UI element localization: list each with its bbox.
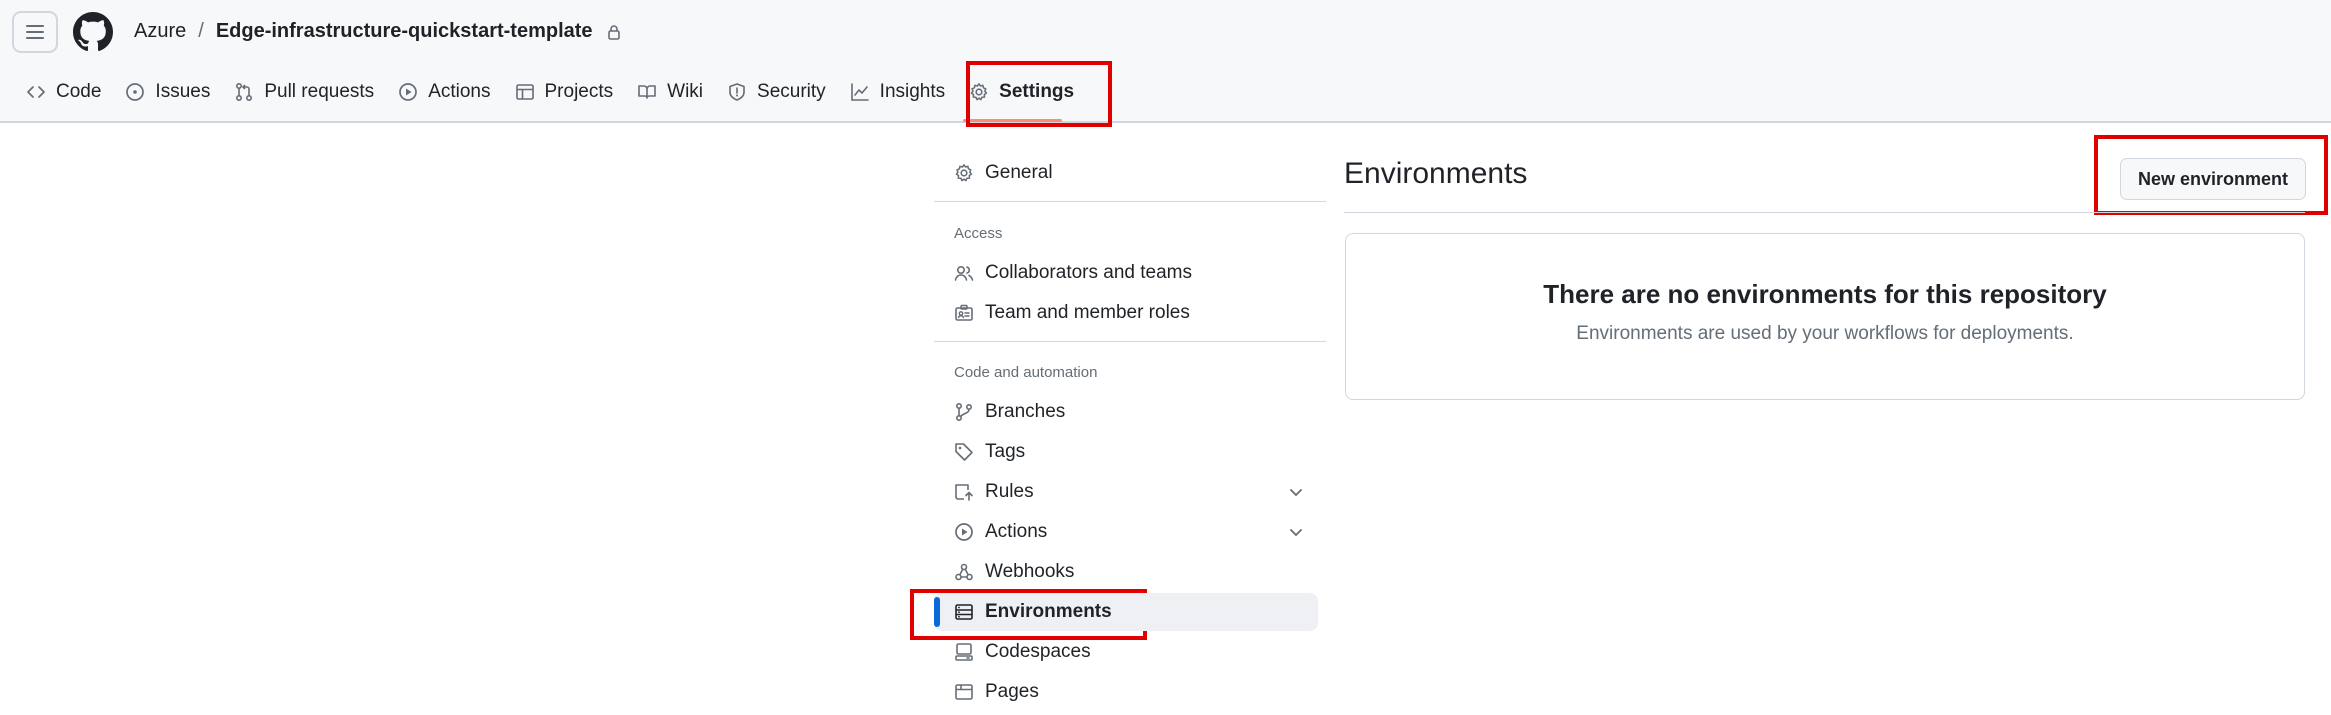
tab-settings-label: Settings [999,81,1075,102]
new-environment-button[interactable]: New environment [2120,158,2306,200]
sidebar-item-label: Webhooks [985,561,1075,582]
tab-wiki-label: Wiki [667,81,704,102]
id-badge-icon [955,304,973,321]
repo-header: Azure / Edge-infrastructure-quickstart-t… [0,0,2331,123]
sidebar-item-environments[interactable]: Environments [934,593,1318,631]
tab-actions-label: Actions [428,81,491,102]
sidebar-item-rules[interactable]: Rules [934,473,1318,511]
tab-pull-requests[interactable]: Pull requests [222,72,386,112]
sidebar-group-code-automation: Code and automation [954,364,1098,381]
sidebar-item-pages[interactable]: Pages [934,673,1318,711]
code-icon [27,86,45,98]
tab-issues-label: Issues [155,81,211,102]
tab-insights-label: Insights [879,81,946,102]
gear-icon [955,164,973,182]
tab-security[interactable]: Security [715,72,838,112]
tab-code-label: Code [56,81,102,102]
empty-state: There are no environments for this repos… [1345,233,2305,400]
lock-icon [607,24,620,40]
empty-state-title: There are no environments for this repos… [1543,279,2107,309]
sidebar-group-access: Access [954,225,1003,242]
git-pull-request-icon [236,82,253,102]
table-icon [515,84,534,100]
graph-icon [850,83,869,101]
sidebar-item-label: Environments [985,601,1112,622]
tab-actions[interactable]: Actions [386,72,502,112]
breadcrumb-separator: / [198,20,204,42]
book-icon [638,85,656,99]
sidebar-item-branches[interactable]: Branches [934,393,1318,431]
hamburger-icon [26,25,44,39]
shield-icon [729,83,745,101]
sidebar-item-label: Codespaces [985,641,1091,662]
sidebar-item-codespaces[interactable]: Codespaces [934,633,1318,671]
play-icon [955,523,973,541]
tab-security-label: Security [757,81,826,102]
webhook-icon [955,563,973,581]
issue-opened-icon [126,83,145,101]
sidebar-item-label: Tags [985,441,1026,462]
page-title: Environments [1344,157,1528,190]
tag-icon [955,443,973,461]
sidebar-item-label: General [985,162,1053,183]
chevron-down-icon[interactable] [1288,524,1304,540]
sidebar-item-label: Pages [985,681,1039,702]
sidebar-divider [934,201,1326,202]
github-logo-icon[interactable] [73,12,113,52]
sidebar-item-collaborators[interactable]: Collaborators and teams [934,254,1318,292]
sidebar-item-general[interactable]: General [934,154,1318,192]
sidebar-item-label: Collaborators and teams [985,262,1192,283]
sidebar-item-label: Team and member roles [985,302,1190,323]
sidebar-item-team-roles[interactable]: Team and member roles [934,294,1318,332]
tab-settings[interactable]: Settings [957,72,1086,122]
browser-icon [955,684,973,700]
sidebar-item-label: Branches [985,401,1066,422]
server-icon [955,604,973,620]
tab-issues[interactable]: Issues [113,72,222,112]
title-divider [1344,212,2305,213]
codespaces-icon [955,643,973,661]
breadcrumb-owner[interactable]: Azure [134,20,186,43]
sidebar-item-tags[interactable]: Tags [934,433,1318,471]
git-branch-icon [955,402,973,422]
sidebar-item-webhooks[interactable]: Webhooks [934,553,1318,591]
chevron-down-icon[interactable] [1288,484,1304,500]
tab-projects[interactable]: Projects [503,72,626,112]
empty-state-description: Environments are used by your workflows … [1576,323,2074,344]
repo-tabs: Code Issues Pull requests Actions Projec… [14,72,1086,122]
menu-button[interactable] [12,11,58,53]
breadcrumb-repo[interactable]: Edge-infrastructure-quickstart-template [216,20,593,43]
sidebar-item-label: Actions [985,521,1048,542]
tab-pull-requests-label: Pull requests [264,81,375,102]
sidebar-item-actions[interactable]: Actions [934,513,1318,551]
sidebar-divider [934,341,1326,342]
sidebar-item-label: Rules [985,481,1034,502]
repo-push-icon [955,484,973,501]
gear-icon [970,83,988,101]
tab-code[interactable]: Code [14,72,113,112]
tab-wiki[interactable]: Wiki [625,72,715,112]
tab-projects-label: Projects [544,81,614,102]
tab-insights[interactable]: Insights [838,72,957,112]
play-icon [399,83,418,101]
people-icon [954,265,974,281]
breadcrumb: Azure / Edge-infrastructure-quickstart-t… [134,20,621,43]
